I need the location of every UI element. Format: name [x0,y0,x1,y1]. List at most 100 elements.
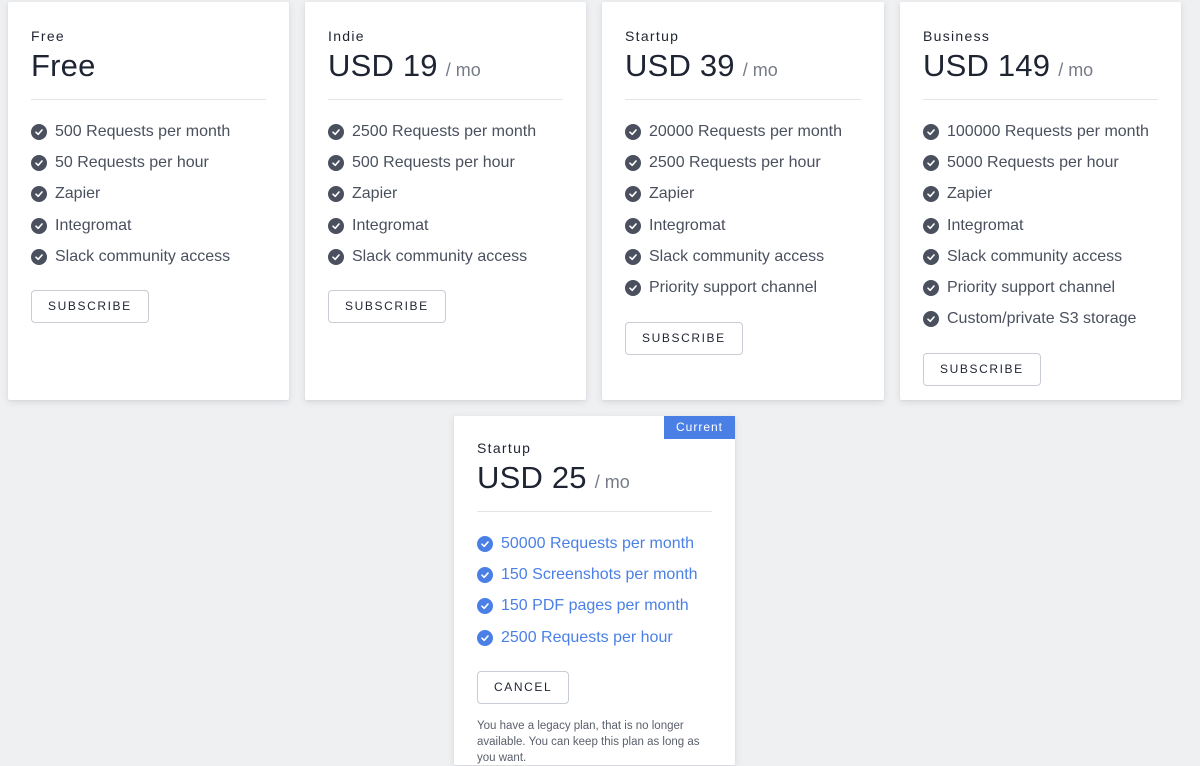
subscribe-button[interactable]: SUBSCRIBE [328,290,446,324]
check-circle-icon [625,123,641,140]
feature-label: 100000 Requests per month [947,122,1149,140]
plan-period: / mo [742,60,778,80]
feature-item: 2500 Requests per hour [477,622,712,653]
check-circle-icon [328,186,344,203]
check-circle-icon [328,123,344,140]
feature-label: Slack community access [352,247,528,265]
feature-item: Integromat [923,210,1158,241]
check-circle-icon [477,566,493,583]
plan-card-startup: Startup USD 39 / mo 20000 Requests per m… [602,2,884,400]
feature-item: 20000 Requests per month [625,116,861,147]
check-circle-icon [328,248,344,265]
feature-item: Slack community access [31,241,266,272]
price-row: USD 19 / mo [328,47,563,100]
feature-label: 2500 Requests per hour [649,153,821,171]
feature-label: 50000 Requests per month [501,534,695,552]
feature-item: 500 Requests per hour [328,147,563,178]
feature-label: Integromat [649,216,726,234]
plan-period: / mo [445,60,481,80]
feature-item: 2500 Requests per hour [625,147,861,178]
current-plan-card: Current Startup USD 25 / mo 50000 Reques… [454,416,735,765]
feature-label: Slack community access [55,247,231,265]
check-circle-icon [31,186,47,203]
feature-item: Zapier [31,179,266,210]
plan-name: Business [923,28,991,44]
price-row: Free [31,47,266,100]
check-circle-icon [477,629,493,646]
plan-period: / mo [594,472,630,492]
feature-label: Integromat [947,216,1024,234]
check-circle-icon [477,598,493,615]
plan-price: USD 39 [625,48,735,83]
check-circle-icon [923,154,939,171]
check-circle-icon [31,248,47,265]
plan-name: Free [31,28,65,44]
feature-label: Integromat [352,216,429,234]
check-circle-icon [328,217,344,234]
check-circle-icon [625,186,641,203]
check-circle-icon [923,217,939,234]
feature-item: 50000 Requests per month [477,528,712,559]
feature-list: 20000 Requests per month 2500 Requests p… [625,116,861,304]
feature-item: 150 PDF pages per month [477,591,712,622]
feature-label: 150 Screenshots per month [501,565,698,583]
feature-label: 150 PDF pages per month [501,597,689,615]
plan-price: USD 25 [477,460,587,495]
plan-price: USD 149 [923,48,1051,83]
feature-item: Slack community access [328,241,563,272]
feature-item: Integromat [31,210,266,241]
check-circle-icon [625,154,641,171]
plan-card-business: Business USD 149 / mo 100000 Requests pe… [900,2,1181,400]
cancel-button[interactable]: CANCEL [477,671,570,705]
plan-name: Indie [328,28,365,44]
feature-item: 500 Requests per month [31,116,266,147]
check-circle-icon [625,280,641,297]
feature-item: 5000 Requests per hour [923,147,1158,178]
feature-item: Integromat [328,210,563,241]
feature-label: Zapier [55,185,101,203]
feature-label: 500 Requests per hour [352,153,515,171]
feature-label: Integromat [55,216,132,234]
plan-price: USD 19 [328,48,438,83]
feature-label: Slack community access [649,247,825,265]
feature-list: 500 Requests per month 50 Requests per h… [31,116,266,272]
feature-label: Zapier [947,185,993,203]
check-circle-icon [31,123,47,140]
feature-item: Integromat [625,210,861,241]
feature-item: Custom/private S3 storage [923,304,1158,335]
feature-label: Zapier [649,185,695,203]
check-circle-icon [923,311,939,328]
plan-name: Startup [477,440,532,456]
feature-label: 20000 Requests per month [649,122,843,140]
feature-item: Zapier [923,179,1158,210]
feature-label: 50 Requests per hour [55,153,209,171]
subscribe-button[interactable]: SUBSCRIBE [31,290,149,324]
feature-label: Zapier [352,185,398,203]
feature-label: Priority support channel [649,279,818,297]
plan-card-indie: Indie USD 19 / mo 2500 Requests per mont… [305,2,586,400]
feature-label: Slack community access [947,247,1123,265]
feature-item: Priority support channel [923,272,1158,303]
feature-item: Zapier [328,179,563,210]
check-circle-icon [477,535,493,552]
check-circle-icon [923,248,939,265]
feature-list: 50000 Requests per month 150 Screenshots… [477,528,712,653]
feature-item: 100000 Requests per month [923,116,1158,147]
feature-list: 2500 Requests per month 500 Requests per… [328,116,563,272]
plan-card-free: Free Free 500 Requests per month 50 Requ… [8,2,289,400]
price-row: USD 39 / mo [625,47,861,100]
check-circle-icon [31,217,47,234]
feature-item: Slack community access [625,241,861,272]
check-circle-icon [328,154,344,171]
check-circle-icon [923,123,939,140]
price-row: USD 149 / mo [923,47,1158,100]
subscribe-button[interactable]: SUBSCRIBE [923,353,1041,387]
check-circle-icon [625,248,641,265]
feature-item: Slack community access [923,241,1158,272]
price-row: USD 25 / mo [477,459,712,512]
subscribe-button[interactable]: SUBSCRIBE [625,321,743,355]
feature-label: 5000 Requests per hour [947,153,1119,171]
feature-item: 150 Screenshots per month [477,559,712,590]
feature-item: 2500 Requests per month [328,116,563,147]
feature-item: 50 Requests per hour [31,147,266,178]
